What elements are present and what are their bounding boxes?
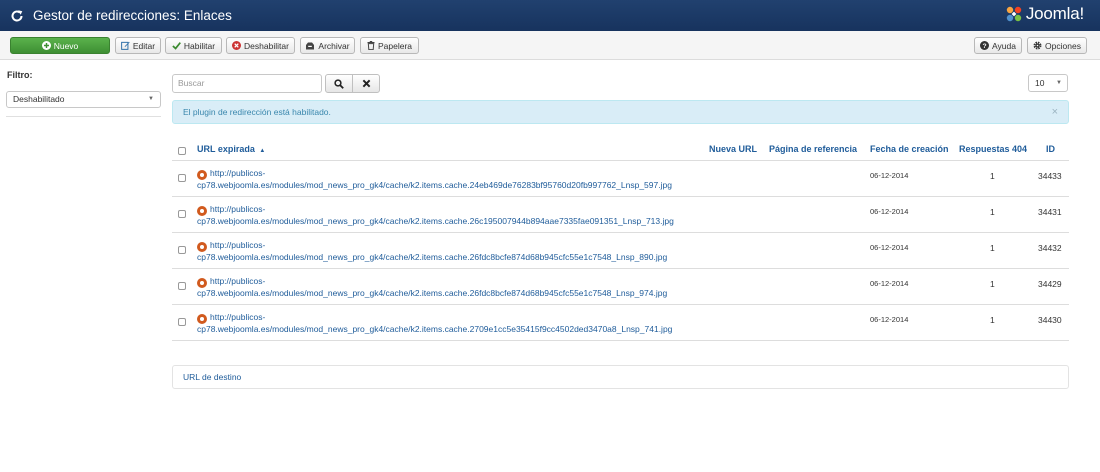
row-id: 34433 — [1038, 171, 1062, 181]
created-date: 06-12-2014 — [870, 243, 909, 252]
chevron-down-icon: ▼ — [1056, 80, 1062, 86]
clear-search-button[interactable] — [352, 74, 380, 93]
warning-icon — [197, 206, 207, 216]
column-header-hits[interactable]: Respuestas 404 — [959, 144, 1027, 154]
hits-count: 1 — [990, 279, 995, 289]
column-header-referer[interactable]: Página de referencia — [769, 144, 857, 154]
created-date: 06-12-2014 — [870, 207, 909, 216]
options-button[interactable]: Opciones — [1027, 37, 1087, 54]
archive-button-label: Archivar — [318, 40, 350, 51]
edit-button[interactable]: Editar — [115, 37, 161, 54]
filter-label: Filtro: — [7, 70, 33, 80]
alert-message: El plugin de redirección está habilitado… — [183, 107, 331, 117]
hits-count: 1 — [990, 171, 995, 181]
list-limit-value: 10 — [1035, 78, 1045, 88]
created-date: 06-12-2014 — [870, 171, 909, 180]
created-date: 06-12-2014 — [870, 315, 909, 324]
expired-url-link[interactable]: http://publicos- — [210, 312, 265, 322]
new-button[interactable]: Nuevo — [10, 37, 110, 54]
help-button[interactable]: ? Ayuda — [974, 37, 1022, 54]
check-icon — [172, 41, 181, 50]
row-id: 34432 — [1038, 243, 1062, 253]
help-button-label: Ayuda — [992, 40, 1016, 51]
new-button-label: Nuevo — [53, 40, 79, 51]
plus-circle-icon — [41, 41, 51, 50]
hits-count: 1 — [990, 315, 995, 325]
plugin-status-alert: El plugin de redirección está habilitado… — [172, 100, 1069, 124]
expired-url-link[interactable]: http://publicos- — [210, 168, 265, 178]
chevron-down-icon: ▼ — [148, 96, 154, 102]
toolbar: Nuevo Editar Habilitar Deshabilitar Arch… — [0, 31, 1100, 60]
row-checkbox[interactable] — [178, 282, 186, 290]
row-checkbox[interactable] — [178, 210, 186, 218]
hits-count: 1 — [990, 207, 995, 217]
gear-icon — [1033, 41, 1042, 50]
redirect-icon — [9, 8, 25, 24]
search-input[interactable]: Buscar — [172, 74, 322, 93]
created-date: 06-12-2014 — [870, 279, 909, 288]
disable-button[interactable]: Deshabilitar — [226, 37, 295, 54]
disable-button-label: Deshabilitar — [244, 40, 289, 51]
joomla-icon — [1006, 6, 1022, 22]
select-all-checkbox[interactable] — [178, 147, 186, 155]
archive-icon — [305, 42, 315, 50]
app-header: Gestor de redirecciones: Enlaces Joomla! — [0, 0, 1100, 31]
close-icon — [362, 79, 371, 88]
edit-icon — [121, 41, 130, 50]
warning-icon — [197, 314, 207, 324]
svg-text:?: ? — [982, 43, 986, 50]
row-checkbox[interactable] — [178, 174, 186, 182]
table-row: http://publicos- cp78.webjoomla.es/modul… — [172, 233, 1069, 269]
row-checkbox[interactable] — [178, 318, 186, 326]
edit-button-label: Editar — [132, 40, 156, 51]
table-row: http://publicos- cp78.webjoomla.es/modul… — [172, 269, 1069, 305]
expired-url-link[interactable]: cp78.webjoomla.es/modules/mod_news_pro_g… — [197, 252, 667, 262]
expired-url-link[interactable]: cp78.webjoomla.es/modules/mod_news_pro_g… — [197, 216, 674, 226]
expired-url-link[interactable]: cp78.webjoomla.es/modules/mod_news_pro_g… — [197, 180, 672, 190]
search-button[interactable] — [325, 74, 353, 93]
enable-button-label: Habilitar — [183, 40, 216, 51]
table-row: http://publicos- cp78.webjoomla.es/modul… — [172, 197, 1069, 233]
column-header-id[interactable]: ID — [1046, 144, 1055, 154]
column-header-new-url[interactable]: Nueva URL — [709, 144, 757, 154]
question-circle-icon: ? — [980, 41, 990, 50]
destination-url-label: URL de destino — [183, 372, 242, 382]
warning-icon — [197, 242, 207, 252]
enable-button[interactable]: Habilitar — [165, 37, 222, 54]
trash-button-label: Papelera — [377, 40, 413, 51]
hits-count: 1 — [990, 243, 995, 253]
table-row: http://publicos- cp78.webjoomla.es/modul… — [172, 305, 1069, 341]
x-circle-icon — [232, 41, 242, 50]
status-filter-select[interactable]: Deshabilitado ▼ — [6, 91, 161, 108]
list-limit-select[interactable]: 10 ▼ — [1028, 74, 1068, 92]
expired-url-link[interactable]: http://publicos- — [210, 240, 265, 250]
expired-url-link[interactable]: cp78.webjoomla.es/modules/mod_news_pro_g… — [197, 324, 672, 334]
options-button-label: Opciones — [1045, 40, 1081, 51]
search-icon — [334, 78, 344, 89]
row-id: 34430 — [1038, 315, 1062, 325]
destination-url-panel[interactable]: URL de destino — [172, 365, 1069, 389]
status-filter-value: Deshabilitado — [13, 94, 65, 104]
table-row: http://publicos- cp78.webjoomla.es/modul… — [172, 161, 1069, 197]
joomla-logo[interactable]: Joomla! — [1004, 3, 1084, 25]
expired-url-link[interactable]: http://publicos- — [210, 276, 265, 286]
warning-icon — [197, 278, 207, 288]
column-header-expired-url[interactable]: URL expirada ▲ — [197, 144, 265, 154]
row-checkbox[interactable] — [178, 246, 186, 254]
trash-icon — [367, 41, 375, 50]
warning-icon — [197, 170, 207, 180]
page-title: Gestor de redirecciones: Enlaces — [33, 8, 232, 23]
sidebar-divider — [6, 116, 161, 117]
row-id: 34431 — [1038, 207, 1062, 217]
joomla-logo-text: Joomla! — [1025, 4, 1084, 23]
expired-url-link[interactable]: cp78.webjoomla.es/modules/mod_news_pro_g… — [197, 288, 667, 298]
archive-button[interactable]: Archivar — [300, 37, 355, 54]
expired-url-link[interactable]: http://publicos- — [210, 204, 265, 214]
row-id: 34429 — [1038, 279, 1062, 289]
sort-ascending-icon: ▲ — [259, 148, 266, 154]
column-header-created-date[interactable]: Fecha de creación — [870, 144, 949, 154]
trash-button[interactable]: Papelera — [360, 37, 419, 54]
alert-close-button[interactable]: × — [1052, 101, 1058, 123]
